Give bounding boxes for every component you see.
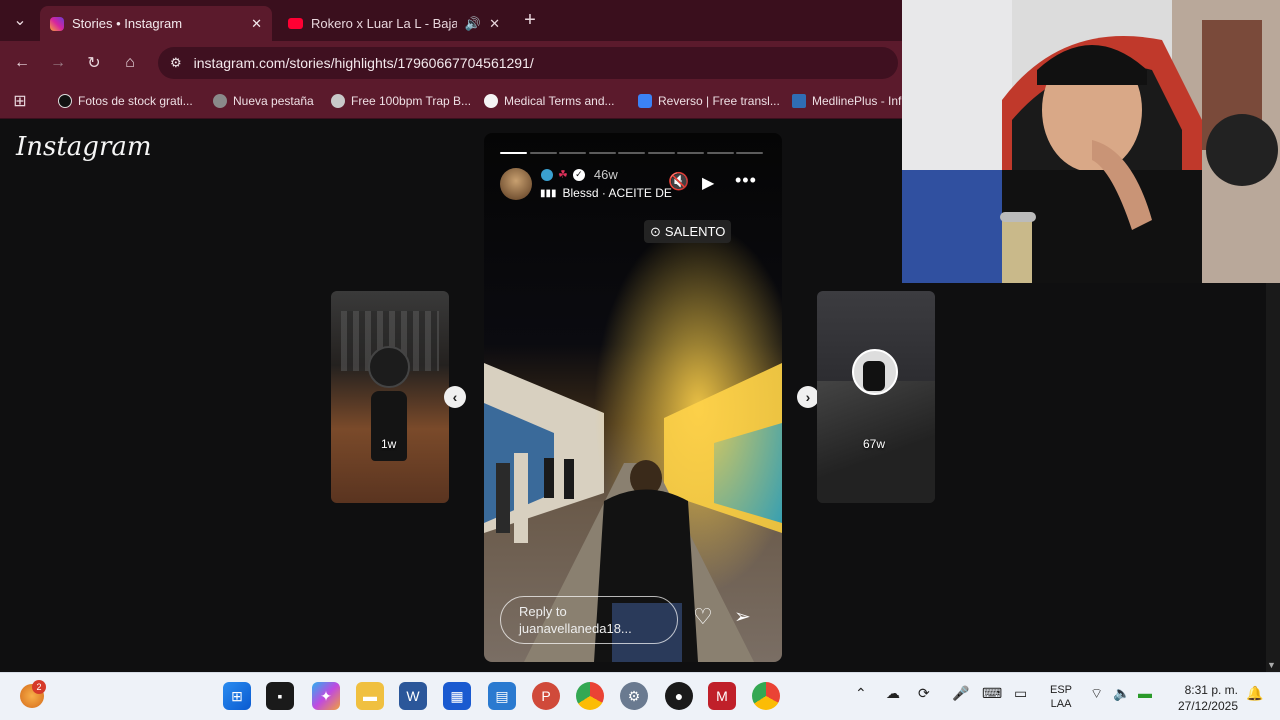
globe-icon xyxy=(541,168,553,181)
youtube-favicon-icon xyxy=(288,18,303,29)
muted-icon[interactable]: 🔇 xyxy=(668,172,689,192)
audio-playing-icon[interactable]: 🔊 xyxy=(465,16,481,32)
progress-segment xyxy=(648,152,675,154)
like-heart-icon[interactable]: ♡ xyxy=(693,604,713,630)
story-avatar[interactable] xyxy=(500,168,532,200)
url-text: instagram.com/stories/highlights/1796066… xyxy=(193,55,534,71)
close-tab-icon[interactable]: ✕ xyxy=(489,16,500,32)
tab-title: Rokero x Luar La L - Baja y S xyxy=(311,16,457,31)
bookmark-favicon-icon xyxy=(331,94,345,108)
bookmark-item[interactable]: Medical Terms and... xyxy=(484,90,615,112)
calendar-icon[interactable]: ▤ xyxy=(488,682,516,710)
file-explorer-icon[interactable]: ▬ xyxy=(356,682,384,710)
story-music[interactable]: ▮▮▮ Blessd · ACEITE DE xyxy=(540,186,672,200)
notification-badge: 2 xyxy=(32,680,46,694)
microphone-icon[interactable]: 🎤 xyxy=(952,685,969,702)
more-options-icon[interactable]: ••• xyxy=(735,170,757,191)
close-tab-icon[interactable]: ✕ xyxy=(251,16,262,32)
location-pin-icon: ⊙ xyxy=(650,223,661,239)
send-icon[interactable]: ➢ xyxy=(734,604,751,629)
story-age: 67w xyxy=(863,437,886,451)
volume-icon[interactable]: 🔈 xyxy=(1113,685,1130,702)
site-info-icon[interactable]: ⚙ xyxy=(170,55,182,71)
start-menu-icon[interactable]: ⊞ xyxy=(223,682,251,710)
new-tab-icon[interactable]: + xyxy=(516,6,544,34)
bookmark-favicon-icon xyxy=(638,94,652,108)
progress-segment xyxy=(736,152,763,154)
bookmark-favicon-icon xyxy=(484,94,498,108)
progress-segment xyxy=(707,152,734,154)
globe-icon xyxy=(213,94,227,108)
apps-grid-icon[interactable]: ⊞ xyxy=(6,87,34,115)
back-icon[interactable]: ← xyxy=(8,49,36,77)
reload-icon[interactable]: ↻ xyxy=(80,49,108,77)
battery-icon[interactable]: ▬ xyxy=(1138,685,1152,701)
bike-icon: ☘ xyxy=(558,169,568,181)
copilot-icon[interactable]: ✦ xyxy=(312,682,340,710)
bookmark-item[interactable]: Free 100bpm Trap B... xyxy=(331,90,471,112)
progress-segment xyxy=(500,152,527,154)
verified-badge-icon: ✓ xyxy=(572,168,585,181)
notifications-icon[interactable]: 🔔 xyxy=(1246,685,1263,702)
store-icon[interactable]: ▦ xyxy=(443,682,471,710)
tab-title: Stories • Instagram xyxy=(72,16,183,31)
previous-story-button[interactable]: ‹ xyxy=(444,386,466,408)
input-language[interactable]: ESP LAA xyxy=(1050,683,1072,711)
word-icon[interactable]: W xyxy=(399,682,427,710)
bookmark-item[interactable]: Nueva pestaña xyxy=(213,90,314,112)
progress-segment xyxy=(530,152,557,154)
bookmark-item[interactable]: Reverso | Free transl... xyxy=(638,90,780,112)
previous-story-preview[interactable]: 1w xyxy=(331,291,449,503)
progress-segment xyxy=(677,152,704,154)
tab-instagram[interactable]: Stories • Instagram ✕ xyxy=(40,6,272,41)
webcam-image xyxy=(902,0,1280,283)
powerpoint-icon[interactable]: P xyxy=(532,682,560,710)
story-header: ☘ ✓ 46w xyxy=(541,167,618,182)
progress-segment xyxy=(618,152,645,154)
person-silhouette xyxy=(863,361,885,391)
instagram-logo[interactable]: Instagram xyxy=(16,132,152,162)
location-sticker[interactable]: ⊙ SALENTO xyxy=(644,220,732,243)
display-icon[interactable]: ▭ xyxy=(1014,685,1027,702)
keyboard-icon[interactable]: ⌨ xyxy=(982,685,1002,702)
scroll-down-icon[interactable]: ▼ xyxy=(1267,660,1276,670)
bookmark-favicon-icon xyxy=(792,94,806,108)
tab-youtube[interactable]: Rokero x Luar La L - Baja y S 🔊 ✕ xyxy=(278,6,510,41)
bookmark-item[interactable]: MedlinePlus - Inf xyxy=(792,90,902,112)
page-scrollbar[interactable] xyxy=(1266,283,1280,672)
sync-icon[interactable]: ⟳ xyxy=(918,685,930,702)
wifi-icon[interactable]: ⌔ xyxy=(1090,685,1103,703)
webcam-overlay xyxy=(902,0,1280,283)
story-viewer[interactable] xyxy=(484,133,782,662)
capture-app-icon[interactable]: ● xyxy=(665,682,693,710)
reply-input[interactable]: Reply to juanavellaneda18... xyxy=(500,596,678,644)
settings-icon[interactable]: ⚙ xyxy=(620,682,648,710)
chrome-active-icon[interactable] xyxy=(752,682,780,710)
home-icon[interactable]: ⌂ xyxy=(116,49,144,77)
clock[interactable]: 8:31 p. m. 27/12/2025 xyxy=(1170,682,1238,714)
music-bars-icon: ▮▮▮ xyxy=(540,187,557,199)
show-hidden-icons-icon[interactable]: ⌃ xyxy=(855,685,867,702)
next-story-preview[interactable]: 67w xyxy=(817,291,935,503)
location-label: SALENTO xyxy=(664,224,726,239)
antivirus-icon[interactable]: M xyxy=(708,682,736,710)
address-bar[interactable]: ⚙ instagram.com/stories/highlights/17960… xyxy=(158,47,898,79)
progress-segment xyxy=(589,152,616,154)
progress-segment xyxy=(559,152,586,154)
instagram-favicon-icon xyxy=(50,16,64,31)
music-label: Blessd · ACEITE DE xyxy=(562,186,672,200)
next-story-button[interactable]: › xyxy=(797,386,819,408)
story-age: 1w xyxy=(381,437,397,451)
story-photo xyxy=(484,133,782,662)
forward-icon[interactable]: → xyxy=(44,49,72,77)
chrome-icon[interactable] xyxy=(576,682,604,710)
story-avatar xyxy=(368,346,410,388)
onedrive-icon[interactable]: ☁ xyxy=(886,685,900,702)
terminal-icon[interactable]: ▪ xyxy=(266,682,294,710)
bookmark-favicon-icon xyxy=(58,94,72,108)
tab-search-icon[interactable]: ⌄ xyxy=(6,6,34,34)
story-time: 46w xyxy=(593,167,618,182)
bookmark-item[interactable]: Fotos de stock grati... xyxy=(58,90,193,112)
play-icon[interactable]: ▶ xyxy=(702,173,714,193)
